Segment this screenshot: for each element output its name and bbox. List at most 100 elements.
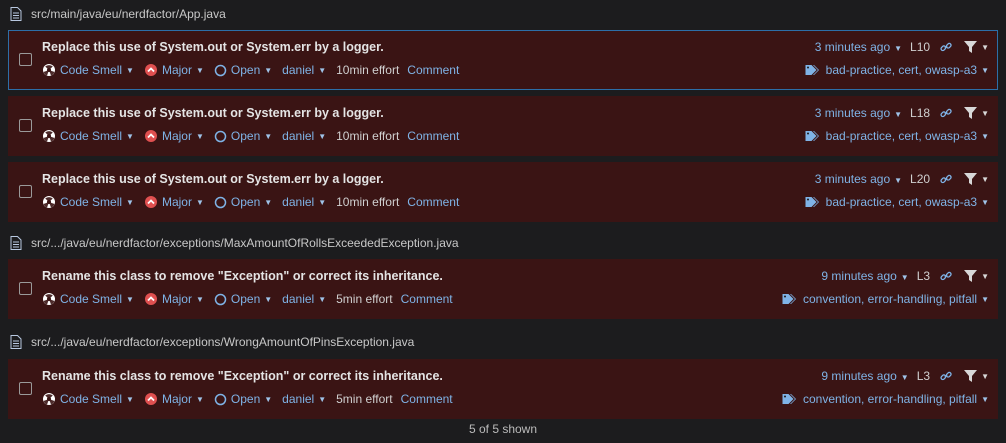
tags-dropdown[interactable]: bad-practice, cert, owasp-a3 ▼ bbox=[805, 63, 989, 77]
status-dropdown[interactable]: Open ▼ bbox=[214, 63, 272, 77]
issue-checkbox[interactable] bbox=[19, 282, 32, 295]
chevron-down-icon: ▼ bbox=[264, 131, 273, 141]
tag-icon bbox=[805, 197, 819, 207]
link-icon[interactable] bbox=[940, 370, 952, 382]
filter-dropdown[interactable]: ▼ bbox=[964, 173, 989, 185]
link-icon[interactable] bbox=[940, 107, 952, 119]
open-status-icon bbox=[214, 293, 227, 305]
severity-label: Major bbox=[161, 63, 192, 77]
chevron-down-icon: ▼ bbox=[126, 131, 134, 141]
filter-dropdown[interactable]: ▼ bbox=[964, 41, 989, 53]
line-number: L10 bbox=[910, 40, 931, 54]
issue-message[interactable]: Replace this use of System.out or System… bbox=[42, 172, 384, 186]
age-dropdown[interactable]: 9 minutes ago ▼ bbox=[821, 369, 908, 383]
issue-row[interactable]: Replace this use of System.out or System… bbox=[8, 30, 998, 90]
type-label: Code Smell bbox=[60, 129, 123, 143]
chevron-down-icon: ▼ bbox=[318, 65, 327, 75]
severity-dropdown[interactable]: Major ▼ bbox=[144, 195, 204, 209]
assignee-dropdown[interactable]: daniel ▼ bbox=[282, 129, 326, 143]
file-header[interactable]: src/main/java/eu/nerdfactor/App.java bbox=[0, 3, 1006, 25]
tag-icon bbox=[782, 294, 796, 304]
file-path[interactable]: src/.../java/eu/nerdfactor/exceptions/Wr… bbox=[31, 335, 414, 349]
filter-dropdown[interactable]: ▼ bbox=[964, 370, 989, 382]
tags-label: bad-practice, cert, owasp-a3 bbox=[825, 195, 978, 209]
issue-row[interactable]: Rename this class to remove "Exception" … bbox=[8, 259, 998, 319]
assignee-label: daniel bbox=[282, 63, 315, 77]
issue-message[interactable]: Replace this use of System.out or System… bbox=[42, 40, 384, 54]
file-path[interactable]: src/main/java/eu/nerdfactor/App.java bbox=[31, 7, 226, 21]
severity-dropdown[interactable]: Major ▼ bbox=[144, 392, 204, 406]
status-dropdown[interactable]: Open ▼ bbox=[214, 129, 272, 143]
issue-row[interactable]: Replace this use of System.out or System… bbox=[8, 162, 998, 222]
severity-dropdown[interactable]: Major ▼ bbox=[144, 292, 204, 306]
file-header[interactable]: src/.../java/eu/nerdfactor/exceptions/Ma… bbox=[0, 232, 1006, 254]
status-label: Open bbox=[230, 129, 261, 143]
tags-dropdown[interactable]: convention, error-handling, pitfall ▼ bbox=[782, 392, 989, 406]
chevron-down-icon: ▼ bbox=[900, 373, 909, 382]
type-label: Code Smell bbox=[60, 195, 123, 209]
issue-checkbox[interactable] bbox=[19, 53, 32, 66]
issue-row[interactable]: Rename this class to remove "Exception" … bbox=[8, 359, 998, 419]
type-dropdown[interactable]: Code Smell ▼ bbox=[42, 63, 134, 77]
severity-label: Major bbox=[161, 292, 192, 306]
assignee-dropdown[interactable]: daniel ▼ bbox=[282, 63, 326, 77]
tags-dropdown[interactable]: bad-practice, cert, owasp-a3 ▼ bbox=[805, 129, 989, 143]
comment-link[interactable]: Comment bbox=[401, 292, 453, 306]
effort-label: 10min effort bbox=[336, 129, 400, 143]
assignee-dropdown[interactable]: daniel ▼ bbox=[282, 392, 326, 406]
assignee-dropdown[interactable]: daniel ▼ bbox=[282, 292, 326, 306]
tags-dropdown[interactable]: bad-practice, cert, owasp-a3 ▼ bbox=[805, 195, 989, 209]
filter-dropdown[interactable]: ▼ bbox=[964, 270, 989, 282]
file-header[interactable]: src/.../java/eu/nerdfactor/exceptions/Wr… bbox=[0, 331, 1006, 353]
comment-link[interactable]: Comment bbox=[407, 63, 459, 77]
code-smell-icon bbox=[43, 293, 55, 305]
type-dropdown[interactable]: Code Smell ▼ bbox=[42, 292, 134, 306]
severity-dropdown[interactable]: Major ▼ bbox=[144, 129, 204, 143]
comment-link[interactable]: Comment bbox=[401, 392, 453, 406]
type-dropdown[interactable]: Code Smell ▼ bbox=[42, 129, 134, 143]
issue-message[interactable]: Replace this use of System.out or System… bbox=[42, 106, 384, 120]
status-dropdown[interactable]: Open ▼ bbox=[214, 292, 272, 306]
filter-icon bbox=[964, 270, 978, 282]
age-dropdown[interactable]: 3 minutes ago ▼ bbox=[815, 40, 902, 54]
tags-dropdown[interactable]: convention, error-handling, pitfall ▼ bbox=[782, 292, 989, 306]
status-dropdown[interactable]: Open ▼ bbox=[214, 392, 272, 406]
open-status-icon bbox=[214, 393, 227, 405]
comment-link[interactable]: Comment bbox=[407, 129, 459, 143]
chevron-down-icon: ▼ bbox=[894, 176, 903, 185]
code-smell-icon bbox=[43, 393, 55, 405]
chevron-down-icon: ▼ bbox=[264, 65, 273, 75]
link-icon[interactable] bbox=[940, 173, 952, 185]
severity-dropdown[interactable]: Major ▼ bbox=[144, 63, 204, 77]
issue-checkbox[interactable] bbox=[19, 382, 32, 395]
filter-dropdown[interactable]: ▼ bbox=[964, 107, 989, 119]
type-dropdown[interactable]: Code Smell ▼ bbox=[42, 392, 134, 406]
file-icon bbox=[10, 335, 22, 349]
link-icon[interactable] bbox=[940, 41, 952, 53]
age-dropdown[interactable]: 3 minutes ago ▼ bbox=[815, 172, 902, 186]
chevron-down-icon: ▼ bbox=[195, 131, 204, 141]
comment-link[interactable]: Comment bbox=[407, 195, 459, 209]
issue-checkbox[interactable] bbox=[19, 119, 32, 132]
status-dropdown[interactable]: Open ▼ bbox=[214, 195, 272, 209]
chevron-down-icon: ▼ bbox=[264, 294, 273, 304]
chevron-down-icon: ▼ bbox=[981, 131, 989, 141]
assignee-dropdown[interactable]: daniel ▼ bbox=[282, 195, 326, 209]
issue-checkbox[interactable] bbox=[19, 185, 32, 198]
tag-icon bbox=[805, 131, 819, 141]
link-icon[interactable] bbox=[940, 270, 952, 282]
file-path[interactable]: src/.../java/eu/nerdfactor/exceptions/Ma… bbox=[31, 236, 459, 250]
issue-row[interactable]: Replace this use of System.out or System… bbox=[8, 96, 998, 156]
age-dropdown[interactable]: 3 minutes ago ▼ bbox=[815, 106, 902, 120]
type-dropdown[interactable]: Code Smell ▼ bbox=[42, 195, 134, 209]
issue-message[interactable]: Rename this class to remove "Exception" … bbox=[42, 369, 443, 383]
chevron-down-icon: ▼ bbox=[981, 65, 989, 75]
code-smell-icon bbox=[43, 196, 55, 208]
tags-label: bad-practice, cert, owasp-a3 bbox=[825, 63, 978, 77]
line-number: L20 bbox=[910, 172, 931, 186]
status-label: Open bbox=[230, 63, 261, 77]
issue-message[interactable]: Rename this class to remove "Exception" … bbox=[42, 269, 443, 283]
age-dropdown[interactable]: 9 minutes ago ▼ bbox=[821, 269, 908, 283]
status-label: Open bbox=[230, 392, 261, 406]
severity-label: Major bbox=[161, 195, 192, 209]
